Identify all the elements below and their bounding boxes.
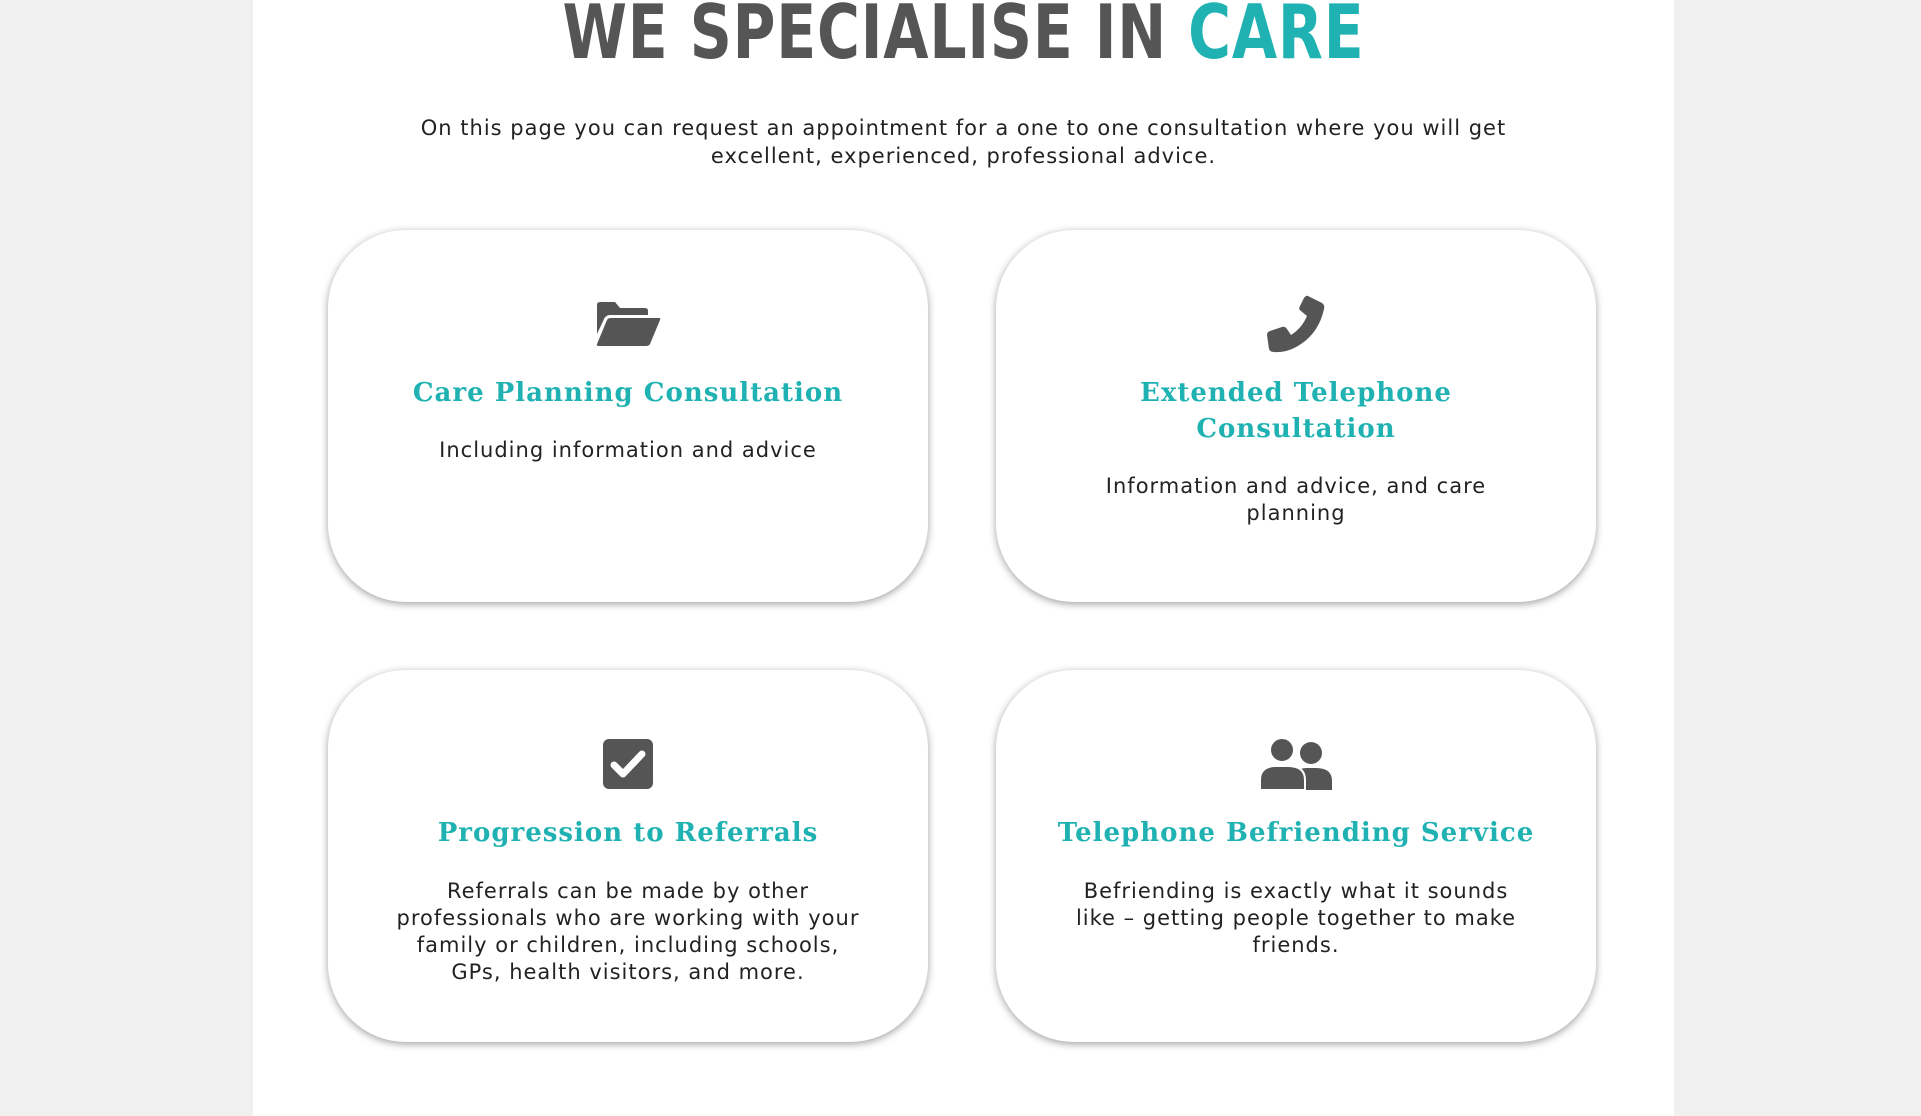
- check-square-icon: [328, 734, 928, 794]
- service-title: Progression to Referrals: [437, 818, 819, 848]
- service-card-referrals[interactable]: Progression to Referrals Referrals can b…: [328, 670, 928, 1042]
- phone-icon: [996, 294, 1596, 354]
- service-card-care-planning[interactable]: Care Planning Consultation Including inf…: [328, 230, 928, 602]
- intro-text: On this page you can request an appointm…: [420, 116, 1507, 168]
- page-content: WE SPECIALISE IN CARE On this page you c…: [253, 0, 1674, 1116]
- service-title: Telephone Befriending Service: [1057, 818, 1535, 848]
- service-description: Befriending is exactly what it sounds li…: [1075, 879, 1517, 957]
- page-title-accent: CARE: [1188, 0, 1365, 76]
- page-title: WE SPECIALISE IN CARE: [409, 0, 1517, 72]
- service-card-befriending[interactable]: Telephone Befriending Service Befriendin…: [996, 670, 1596, 1042]
- folder-open-icon: [328, 294, 928, 354]
- service-title: Extended Telephone Consultation: [1140, 378, 1452, 444]
- service-title: Care Planning Consultation: [412, 378, 844, 408]
- service-card-extended-telephone[interactable]: Extended Telephone Consultation Informat…: [996, 230, 1596, 602]
- page-title-prefix: WE SPECIALISE IN: [562, 0, 1168, 76]
- service-description: Including information and advice: [439, 438, 817, 462]
- users-icon: [996, 734, 1596, 794]
- service-description: Referrals can be made by other professio…: [396, 879, 860, 984]
- service-description: Information and advice, and care plannin…: [1105, 474, 1487, 525]
